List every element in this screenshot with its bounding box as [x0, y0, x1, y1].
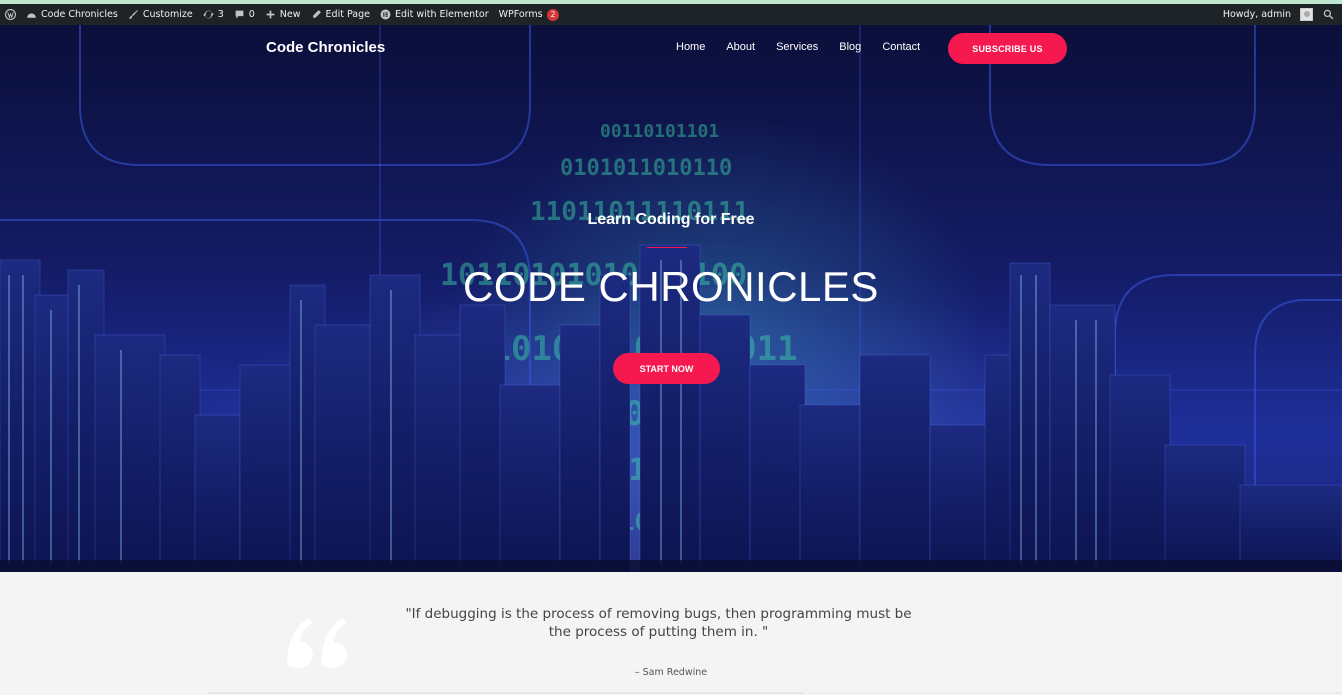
hero-subheading: Learn Coding for Free [587, 211, 755, 228]
updates-icon [203, 10, 214, 19]
updates-link[interactable]: 3 [198, 4, 229, 25]
customize-link[interactable]: Customize [123, 4, 198, 25]
plus-icon [266, 10, 275, 19]
hero-divider [647, 247, 687, 248]
search-icon [1323, 9, 1334, 20]
admin-search-button[interactable] [1318, 4, 1342, 25]
edit-page-label: Edit Page [325, 9, 370, 20]
testimonial-section: "If debugging is the process of removing… [0, 572, 1342, 695]
section-divider-right [808, 692, 1342, 694]
admin-site-link[interactable]: Code Chronicles [21, 4, 123, 25]
admin-site-name: Code Chronicles [41, 9, 118, 20]
quote-author: – Sam Redwine [634, 667, 708, 678]
main-nav: Home About Services Blog Contact [676, 41, 941, 53]
edit-page-link[interactable]: Edit Page [306, 4, 375, 25]
wordpress-icon [5, 9, 16, 20]
brush-icon [128, 10, 138, 19]
start-now-button[interactable]: START NOW [613, 353, 720, 384]
site-header: Code Chronicles Home About Services Blog… [0, 25, 1342, 75]
svg-text:0101011010110: 0101011010110 [560, 156, 732, 181]
avatar [1300, 8, 1313, 21]
comment-icon [235, 10, 244, 19]
new-label: New [279, 9, 301, 20]
wpforms-label: WPForms [498, 9, 543, 20]
admin-bar-right: Howdy, admin [1218, 4, 1342, 25]
new-content-link[interactable]: New [260, 4, 306, 25]
nav-services[interactable]: Services [776, 41, 818, 53]
quote-text: "If debugging is the process of removing… [405, 606, 912, 640]
hero-section: 00110101101 0101011010110 11011011110111… [0, 25, 1342, 572]
comments-link[interactable]: 0 [229, 4, 260, 25]
site-logo-text[interactable]: Code Chronicles [266, 39, 385, 56]
comments-count: 0 [248, 9, 255, 20]
updates-count: 3 [217, 9, 224, 20]
hero-title: CODE CHRONICLES [463, 263, 879, 310]
svg-text:00110101101: 00110101101 [600, 121, 719, 142]
edit-elementor-label: Edit with Elementor [394, 9, 489, 20]
nav-home[interactable]: Home [676, 41, 705, 53]
wpforms-link[interactable]: WPForms 2 [494, 4, 565, 25]
wordpress-logo-menu[interactable] [0, 4, 21, 25]
edit-elementor-link[interactable]: Edit with Elementor [375, 4, 494, 25]
nav-about[interactable]: About [726, 41, 755, 53]
nav-blog[interactable]: Blog [839, 41, 861, 53]
subscribe-button[interactable]: SUBSCRIBE US [948, 33, 1067, 64]
howdy-label: Howdy, admin [1222, 9, 1291, 20]
quote-icon [287, 618, 347, 668]
my-account-link[interactable]: Howdy, admin [1218, 4, 1318, 25]
dashboard-icon [27, 13, 36, 18]
wpforms-notification-badge: 2 [546, 8, 560, 21]
customize-label: Customize [142, 9, 193, 20]
section-divider [208, 692, 805, 694]
nav-contact[interactable]: Contact [882, 41, 920, 53]
pencil-icon [312, 10, 321, 18]
admin-bar: Code Chronicles Customize 3 0 New Edit P… [0, 4, 1342, 25]
elementor-icon [380, 9, 391, 20]
